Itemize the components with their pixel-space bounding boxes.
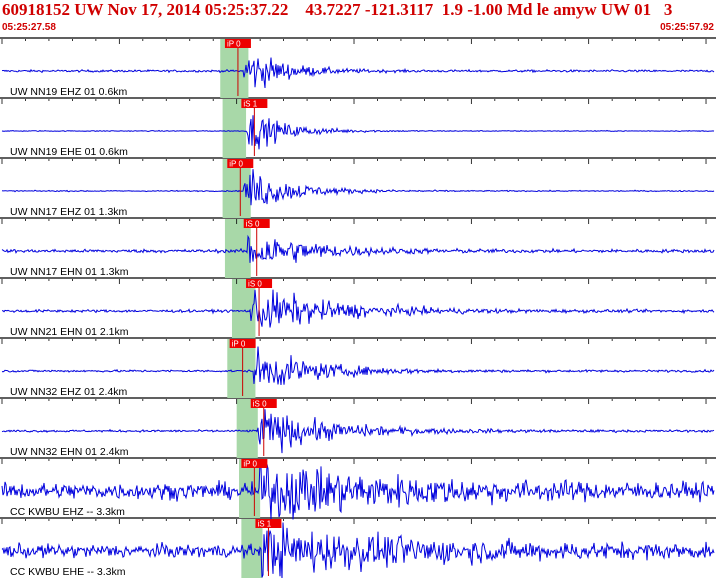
channel-label: UW NN19 EHE 01 0.6km [10, 146, 128, 158]
waveform-trace [1, 234, 715, 263]
channel-label: UW NN32 EHN 01 2.4km [10, 446, 129, 458]
pick-label: iS 0 [248, 280, 262, 289]
waveform-trace [1, 169, 715, 206]
trace-layer [1, 57, 715, 578]
pick-label: iS 1 [257, 520, 271, 529]
pick-label: iP 0 [227, 40, 241, 49]
channel-label: UW NN32 EHZ 01 2.4km [10, 386, 128, 398]
pick-label: iP 0 [243, 460, 257, 469]
waveform-trace [1, 115, 715, 150]
channel-label: UW NN17 EHN 01 1.3km [10, 266, 129, 278]
channel-label: CC KWBU EHE -- 3.3km [10, 566, 126, 578]
channel-label: CC KWBU EHZ -- 3.3km [10, 506, 125, 518]
seismogram-plot: iP 0 iS 1 iP 0 iS 0 iS 0 iP 0 iS 0 iP 0 iS 1 UW … [0, 37, 716, 578]
pick-label: iP 0 [229, 160, 243, 169]
channel-label: UW NN21 EHN 01 2.1km [10, 326, 129, 338]
label-layer: UW NN19 EHZ 01 0.6km UW NN19 EHE 01 0.6km… [10, 86, 129, 578]
channel-label: UW NN19 EHZ 01 0.6km [10, 86, 128, 98]
waveform-trace [1, 57, 715, 89]
channel-label: UW NN17 EHZ 01 1.3km [10, 206, 128, 218]
pick-label: iS 0 [246, 220, 260, 229]
pick-label: iP 0 [232, 340, 246, 349]
waveform-trace [1, 346, 715, 386]
waveform-trace [2, 289, 715, 328]
pick-label: iS 1 [243, 100, 257, 109]
pick-label: iS 0 [253, 400, 267, 409]
